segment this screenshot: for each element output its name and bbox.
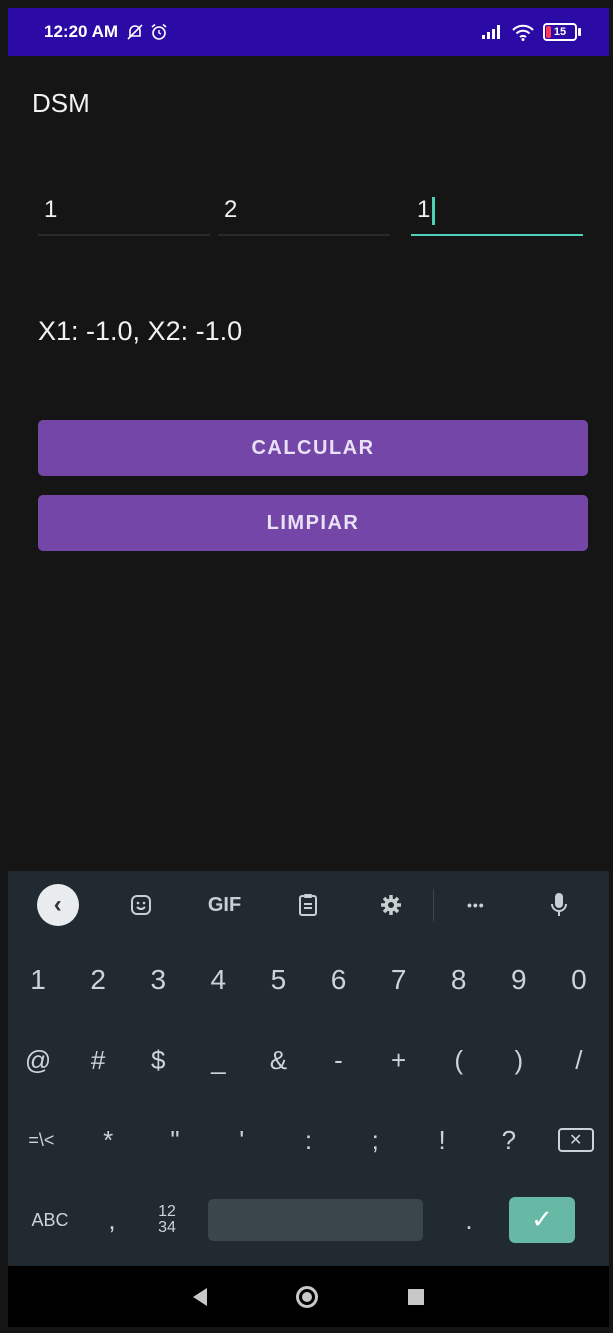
key-more-symbols[interactable]: =\< [8,1109,75,1171]
sticker-icon[interactable] [99,894,182,916]
keyboard: 1 2 3 4 5 6 7 8 9 0 @ # $ _ & - + ( ) / … [8,939,609,1266]
key-minus[interactable]: - [308,1029,368,1091]
key-dollar[interactable]: $ [128,1029,188,1091]
home-icon[interactable] [296,1285,319,1308]
abc-key[interactable]: ABC [8,1210,92,1231]
key-comma[interactable]: , [92,1205,132,1236]
key-ampersand[interactable]: & [248,1029,308,1091]
symbol-row-2: =\< * " ' : ; ! ? ✕ [8,1109,609,1171]
space-bar[interactable] [208,1199,423,1241]
numpad-key[interactable]: 12 34 [132,1204,202,1236]
key-asterisk[interactable]: * [75,1109,142,1171]
gif-button[interactable]: GIF [183,894,266,917]
chevron-left-icon[interactable]: ‹ [36,884,79,926]
keyboard-toolbar: ‹ GIF ••• [8,871,609,939]
key-4[interactable]: 4 [188,949,248,1011]
key-7[interactable]: 7 [369,949,429,1011]
app-content: DSM 1 2 1 X1: -1.0, X2: -1.0 CALCULAR LI… [8,56,609,871]
battery-level: 15 [553,26,567,38]
back-icon[interactable] [192,1287,207,1306]
coefficient-c-value: 1 [417,196,431,223]
key-double-quote[interactable]: " [142,1109,209,1171]
limpiar-button[interactable]: LIMPIAR [38,495,588,551]
notifications-off-icon [127,24,143,40]
key-0[interactable]: 0 [549,949,609,1011]
signal-icon [482,25,500,39]
navigation-bar [8,1266,609,1327]
coefficient-c-input[interactable]: 1 [411,186,583,236]
key-semicolon[interactable]: ; [342,1109,409,1171]
key-open-paren[interactable]: ( [429,1029,489,1091]
key-5[interactable]: 5 [248,949,308,1011]
backspace-key[interactable]: ✕ [542,1109,609,1171]
key-single-quote[interactable]: ' [208,1109,275,1171]
backspace-icon: ✕ [557,1128,594,1152]
app-title: DSM [32,88,90,118]
key-close-paren[interactable]: ) [489,1029,549,1091]
key-plus[interactable]: + [369,1029,429,1091]
coefficient-a-value: 1 [44,196,58,223]
coefficient-b-value: 2 [224,196,238,223]
status-time: 12:20 AM [44,22,119,41]
alarm-icon [151,23,167,40]
key-slash[interactable]: / [549,1029,609,1091]
gear-icon[interactable] [350,894,433,916]
key-2[interactable]: 2 [68,949,128,1011]
clipboard-icon[interactable] [266,893,349,917]
result-text: X1: -1.0, X2: -1.0 [38,316,243,346]
key-period[interactable]: . [429,1205,509,1236]
wifi-icon [512,24,534,41]
key-6[interactable]: 6 [308,949,368,1011]
number-row: 1 2 3 4 5 6 7 8 9 0 [8,949,609,1011]
coefficient-b-input[interactable]: 2 [218,186,390,236]
coefficient-a-input[interactable]: 1 [38,186,210,236]
recent-apps-icon[interactable] [408,1288,425,1305]
more-options-icon[interactable]: ••• [434,897,517,913]
key-colon[interactable]: : [275,1109,342,1171]
calcular-button[interactable]: CALCULAR [38,420,588,476]
microphone-icon[interactable] [518,892,601,918]
key-at[interactable]: @ [8,1029,68,1091]
key-question[interactable]: ? [475,1109,542,1171]
text-cursor [432,196,436,225]
key-8[interactable]: 8 [429,949,489,1011]
key-underscore[interactable]: _ [188,1029,248,1091]
battery-icon: 15 [543,23,577,41]
key-1[interactable]: 1 [8,949,68,1011]
key-9[interactable]: 9 [489,949,549,1011]
key-hash[interactable]: # [68,1029,128,1091]
bottom-row: ABC , 12 34 . ✓ [8,1189,609,1251]
key-exclamation[interactable]: ! [409,1109,476,1171]
checkmark-icon[interactable]: ✓ [509,1197,575,1243]
symbol-row-1: @ # $ _ & - + ( ) / [8,1029,609,1091]
status-bar: 12:20 AM 15 [8,8,609,56]
key-3[interactable]: 3 [128,949,188,1011]
